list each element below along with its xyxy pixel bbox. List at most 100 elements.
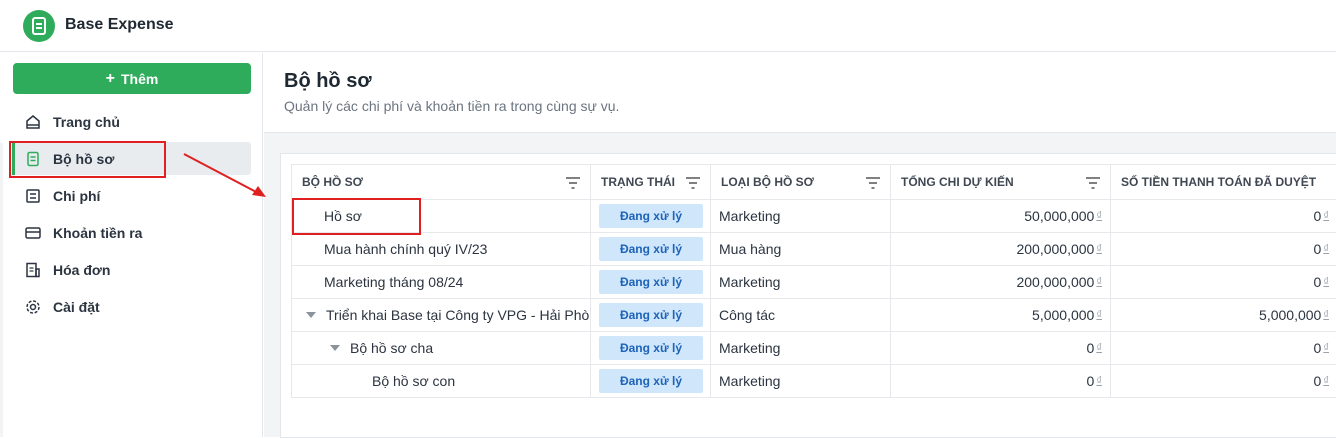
content-area: BỘ HỒ SƠ TRẠNG THÁI LOẠI BỘ HỒ SƠ TỔNG C…	[264, 132, 1336, 438]
home-icon	[25, 114, 41, 130]
status-badge: Đang xử lý	[599, 204, 703, 228]
currency-symbol: ₫	[1096, 243, 1102, 255]
record-name[interactable]: Bộ hồ sơ cha	[350, 340, 433, 356]
column-label: LOẠI BỘ HỒ SƠ	[721, 175, 814, 189]
paid-value: 0	[1313, 208, 1322, 224]
expand-caret-icon[interactable]	[330, 345, 340, 351]
total-cell: 5,000,000 ₫	[891, 299, 1111, 332]
expand-caret-icon[interactable]	[306, 312, 316, 318]
invoice-icon	[25, 262, 41, 278]
total-cell: 0 ₫	[891, 365, 1111, 398]
column-label: BỘ HỒ SƠ	[302, 175, 363, 189]
plus-icon: +	[105, 69, 115, 87]
status-badge: Đang xử lý	[599, 270, 703, 294]
status-badge: Đang xử lý	[599, 237, 703, 261]
table-row[interactable]: Triển khai Base tại Công ty VPG - Hải Ph…	[291, 299, 1336, 332]
total-value: 200,000,000	[1016, 241, 1095, 257]
record-name[interactable]: Bộ hồ sơ con	[291, 365, 591, 398]
app-logo-icon[interactable]	[23, 10, 55, 42]
page-title: Bộ hồ sơ	[284, 70, 372, 92]
currency-symbol: ₫	[1096, 309, 1102, 321]
table-card: BỘ HỒ SƠ TRẠNG THÁI LOẠI BỘ HỒ SƠ TỔNG C…	[280, 153, 1336, 438]
paid-cell: 5,000,000 ₫	[1111, 299, 1336, 332]
annotation-arrow-icon	[183, 153, 266, 197]
page-subtitle: Quản lý các chi phí và khoản tiền ra tro…	[284, 98, 620, 114]
sidebar-item-outflows[interactable]: Khoản tiền ra	[13, 216, 251, 249]
currency-symbol: ₫	[1323, 210, 1329, 222]
sidebar-item-label: Khoản tiền ra	[53, 224, 143, 241]
type-cell: Công tác	[711, 299, 891, 332]
status-cell: Đang xử lý	[591, 332, 711, 365]
paid-value: 0	[1313, 241, 1322, 257]
record-name[interactable]: Mua hành chính quý IV/23	[291, 233, 591, 266]
paid-cell: 0 ₫	[1111, 233, 1336, 266]
sidebar: + Thêm Trang chủ Bộ hồ sơ Chi phí Khoản …	[0, 53, 263, 437]
paid-cell: 0 ₫	[1111, 200, 1336, 233]
total-value: 200,000,000	[1016, 274, 1095, 290]
status-cell: Đang xử lý	[591, 233, 711, 266]
add-button[interactable]: + Thêm	[13, 63, 251, 94]
table-row[interactable]: Hồ sơ Đang xử lý Marketing 50,000,000 ₫ 0…	[291, 200, 1336, 233]
sidebar-item-label: Trang chủ	[53, 113, 120, 130]
add-button-label: Thêm	[121, 70, 159, 87]
filter-icon[interactable]	[1086, 177, 1100, 189]
sidebar-item-label: Cài đặt	[53, 298, 100, 315]
record-name[interactable]: Triển khai Base tại Công ty VPG - Hải Ph…	[326, 307, 590, 323]
total-cell: 200,000,000 ₫	[891, 233, 1111, 266]
main-content: Bộ hồ sơ Quản lý các chi phí và khoản ti…	[264, 53, 1336, 438]
filter-icon[interactable]	[566, 177, 580, 189]
currency-symbol: ₫	[1096, 375, 1102, 387]
record-name-cell[interactable]: Bộ hồ sơ cha	[291, 332, 591, 365]
column-label: SỐ TIỀN THANH TOÁN ĐÃ DUYỆT	[1121, 175, 1317, 189]
currency-symbol: ₫	[1323, 309, 1329, 321]
currency-symbol: ₫	[1096, 210, 1102, 222]
gear-icon	[25, 299, 41, 315]
table-row[interactable]: Mua hành chính quý IV/23 Đang xử lý Mua …	[291, 233, 1336, 266]
currency-symbol: ₫	[1323, 243, 1329, 255]
status-badge: Đang xử lý	[599, 303, 703, 327]
column-header-status[interactable]: TRẠNG THÁI	[591, 164, 711, 200]
paid-cell: 0 ₫	[1111, 332, 1336, 365]
type-cell: Marketing	[711, 332, 891, 365]
sidebar-item-invoices[interactable]: Hóa đơn	[13, 253, 251, 286]
column-header-name[interactable]: BỘ HỒ SƠ	[291, 164, 591, 200]
total-value: 5,000,000	[1032, 307, 1095, 323]
record-name[interactable]: Marketing tháng 08/24	[291, 266, 591, 299]
paid-cell: 0 ₫	[1111, 266, 1336, 299]
sidebar-item-settings[interactable]: Cài đặt	[13, 290, 251, 323]
total-value: 0	[1086, 373, 1095, 389]
column-label: TRẠNG THÁI	[601, 175, 675, 189]
highlight-box-row	[292, 198, 421, 235]
table-row[interactable]: Bộ hồ sơ cha Đang xử lý Marketing 0 ₫ 0 ₫	[291, 332, 1336, 365]
currency-symbol: ₫	[1323, 342, 1329, 354]
table-row[interactable]: Bộ hồ sơ con Đang xử lý Marketing 0 ₫ 0 ₫	[291, 365, 1336, 398]
list-icon	[25, 188, 41, 204]
status-cell: Đang xử lý	[591, 365, 711, 398]
app-title: Base Expense	[65, 16, 174, 33]
paid-value: 0	[1313, 373, 1322, 389]
type-cell: Marketing	[711, 200, 891, 233]
column-header-type[interactable]: LOẠI BỘ HỒ SƠ	[711, 164, 891, 200]
type-cell: Marketing	[711, 266, 891, 299]
top-bar: Base Expense	[0, 0, 1336, 52]
column-label: TỔNG CHI DỰ KIẾN	[901, 175, 1014, 189]
table-header: BỘ HỒ SƠ TRẠNG THÁI LOẠI BỘ HỒ SƠ TỔNG C…	[291, 164, 1336, 200]
status-cell: Đang xử lý	[591, 200, 711, 233]
table-row[interactable]: Marketing tháng 08/24 Đang xử lý Marketi…	[291, 266, 1336, 299]
sidebar-edge	[0, 143, 3, 437]
column-header-paid[interactable]: SỐ TIỀN THANH TOÁN ĐÃ DUYỆT	[1111, 164, 1336, 200]
record-name-cell[interactable]: Triển khai Base tại Công ty VPG - Hải Ph…	[291, 299, 591, 332]
type-cell: Mua hàng	[711, 233, 891, 266]
paid-value: 0	[1313, 340, 1322, 356]
currency-symbol: ₫	[1323, 276, 1329, 288]
column-header-total[interactable]: TỔNG CHI DỰ KIẾN	[891, 164, 1111, 200]
status-cell: Đang xử lý	[591, 266, 711, 299]
sidebar-item-home[interactable]: Trang chủ	[13, 105, 251, 138]
type-cell: Marketing	[711, 365, 891, 398]
total-value: 50,000,000	[1024, 208, 1095, 224]
filter-icon[interactable]	[866, 177, 880, 189]
filter-icon[interactable]	[686, 177, 700, 189]
currency-symbol: ₫	[1096, 276, 1102, 288]
paid-value: 5,000,000	[1259, 307, 1322, 323]
status-badge: Đang xử lý	[599, 336, 703, 360]
